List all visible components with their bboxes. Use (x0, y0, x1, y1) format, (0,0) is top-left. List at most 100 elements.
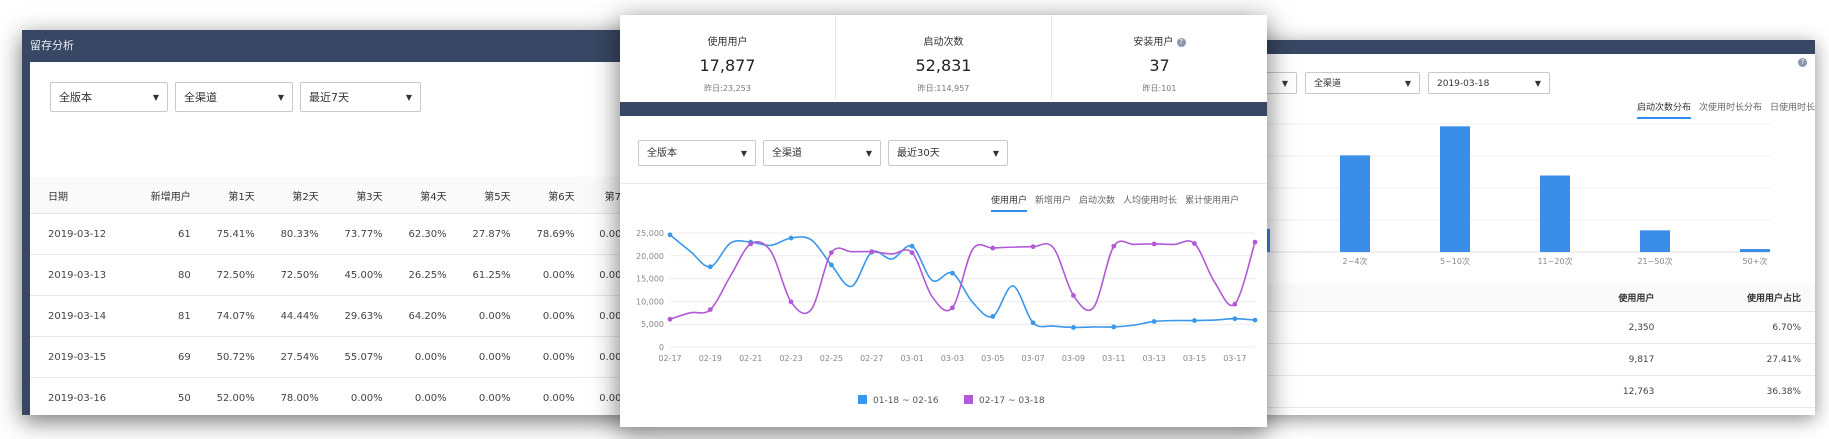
data-point[interactable] (1071, 324, 1076, 330)
legend-label: 01-18 ~ 02-16 (873, 396, 939, 406)
x-tick-label: 03-13 (1143, 354, 1166, 363)
table-cell: 6.70% (1668, 311, 1815, 344)
data-point[interactable] (1030, 244, 1036, 250)
column-header: 第1天 (204, 177, 269, 214)
data-point[interactable] (1232, 301, 1238, 307)
table-cell: 0.00% (396, 377, 461, 415)
table-cell: 0.00% (460, 377, 525, 415)
legend-swatch (858, 395, 867, 404)
bar[interactable] (1740, 249, 1770, 252)
data-point[interactable] (909, 243, 915, 249)
table-cell (1245, 407, 1560, 415)
table-cell: 61 (138, 213, 205, 255)
tab[interactable]: 人均使用时长 (1123, 193, 1177, 210)
dist-col-blank (1245, 283, 1560, 312)
data-point[interactable] (909, 250, 915, 256)
data-point[interactable] (788, 235, 794, 241)
data-point[interactable] (950, 270, 955, 276)
y-tick-label: 5,000 (641, 320, 664, 329)
overview-metric-tabs: 使用用户 新增用户 启动次数 人均使用时长 累计使用用户 (991, 193, 1247, 212)
data-point[interactable] (990, 245, 996, 251)
help-icon[interactable]: ? (1798, 58, 1807, 67)
legend-item-previous[interactable]: 01-18 ~ 02-16 (858, 395, 939, 406)
chevron-down-icon: ▼ (865, 149, 872, 158)
overview-channel-select[interactable]: 全渠道 ▼ (763, 140, 881, 166)
series-line[interactable] (669, 240, 1256, 320)
bar[interactable] (1540, 175, 1570, 252)
x-tick-label: 03-09 (1062, 354, 1085, 363)
range-select[interactable]: 最近7天 ▼ (300, 82, 421, 112)
table-cell: 29.63% (332, 295, 397, 337)
data-point[interactable] (1151, 241, 1157, 247)
kpi-yesterday: 昨日:23,253 (704, 84, 751, 93)
tab[interactable]: 使用用户 (991, 193, 1028, 212)
retention-panel: 留存分析 全版本 ▼ 全渠道 ▼ 最近7天 ▼ 日期 新增用户 第1天 第2天 第3天第… (22, 30, 634, 415)
bar[interactable] (1640, 230, 1670, 252)
version-select[interactable]: 全版本 ▼ (50, 82, 168, 112)
kpi-label-text: 安装用户 (1133, 37, 1174, 48)
data-point[interactable] (707, 307, 713, 313)
table-cell: 45.00% (332, 254, 397, 296)
column-header: 第5天 (460, 177, 525, 214)
column-header: 第3天 (332, 177, 397, 214)
dist-channel-select[interactable]: 全渠道 ▼ (1305, 72, 1420, 94)
data-point[interactable] (1071, 293, 1076, 298)
data-point[interactable] (667, 232, 673, 238)
chevron-down-icon: ▼ (1281, 79, 1288, 88)
table-cell: 2019-03-16 (30, 377, 139, 415)
data-point[interactable] (667, 316, 673, 322)
data-point[interactable] (1111, 243, 1117, 249)
table-cell: 81 (138, 295, 205, 337)
tab[interactable]: 启动次数 (1079, 193, 1115, 210)
x-tick-label: 03-01 (900, 354, 923, 363)
table-cell: 0.00% (396, 336, 461, 378)
data-point[interactable] (828, 262, 834, 268)
table-cell: 7,769 (1560, 407, 1669, 415)
table-cell: 52.00% (204, 377, 269, 415)
data-point[interactable] (788, 299, 794, 305)
tab[interactable]: 新增用户 (1035, 193, 1071, 210)
data-point[interactable] (1192, 318, 1197, 323)
data-point[interactable] (707, 264, 713, 270)
tab[interactable]: 累计使用用户 (1185, 193, 1239, 210)
table-cell: 72.50% (204, 254, 269, 296)
data-point[interactable] (1232, 316, 1238, 322)
overview-version-value: 全版本 (647, 148, 677, 159)
chevron-down-icon: ▼ (1534, 79, 1541, 88)
data-point[interactable] (1151, 319, 1157, 324)
data-point[interactable] (990, 314, 996, 319)
data-point[interactable] (748, 241, 754, 247)
table-cell: 36.38% (1668, 375, 1815, 408)
distribution-table: 使用用户 使用用户占比 2,350 6.70% 9,817 27.41% 12,763 3… (1245, 283, 1815, 415)
overview-range-select[interactable]: 最近30天 ▼ (888, 140, 1008, 166)
bar[interactable] (1440, 126, 1470, 252)
help-icon[interactable]: ? (1176, 38, 1186, 47)
x-tick-label: 02-27 (860, 354, 883, 363)
dist-date-select[interactable]: 2019-03-18 ▼ (1428, 72, 1550, 94)
legend-item-current[interactable]: 02-17 ~ 03-18 (964, 395, 1045, 406)
table-row: 2019-03-14 81 74.07% 44.44% 29.63% 64.20% 0.00… (30, 295, 634, 337)
kpi-yesterday: 昨日:114,957 (917, 84, 970, 93)
distribution-panel: ▼ 全渠道 ▼ 2019-03-18 ▼ ? 启动次数分布 次使用时长分布 日使用时… (1245, 40, 1815, 415)
x-tick-label: 5~10次 (1440, 256, 1470, 266)
data-point[interactable] (1252, 239, 1258, 245)
channel-select[interactable]: 全渠道 ▼ (175, 82, 293, 112)
legend-swatch (964, 395, 973, 404)
table-cell: 73.77% (332, 213, 397, 255)
bar[interactable] (1340, 155, 1370, 252)
table-cell (1245, 343, 1560, 376)
table-cell: 50.72% (204, 336, 269, 378)
data-point[interactable] (1192, 241, 1197, 246)
data-point[interactable] (869, 249, 875, 255)
data-point[interactable] (828, 250, 834, 256)
data-point[interactable] (1030, 320, 1036, 326)
table-cell: 0.00% (524, 377, 589, 415)
kpi-value: 37 (1149, 56, 1170, 75)
distribution-table-header: 使用用户 使用用户占比 (1245, 283, 1815, 312)
data-point[interactable] (950, 305, 955, 311)
table-cell: 0.00% (332, 377, 397, 415)
retention-table-header: 日期 新增用户 第1天 第2天 第3天 第4天 第5天 第6天 第7天 (30, 177, 634, 214)
data-point[interactable] (1111, 324, 1117, 330)
data-point[interactable] (1252, 317, 1258, 323)
overview-version-select[interactable]: 全版本 ▼ (638, 140, 756, 166)
